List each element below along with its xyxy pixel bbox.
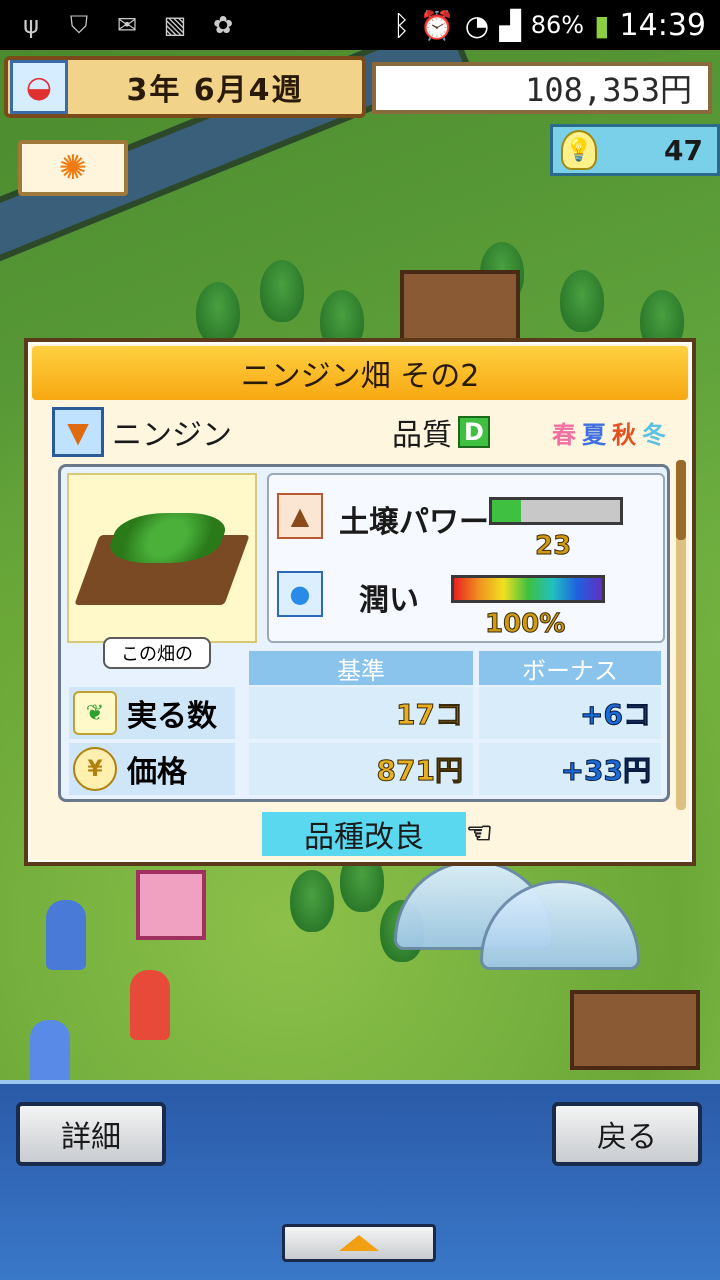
idea-counter: 💡 47: [550, 124, 720, 176]
details-button[interactable]: 詳細: [16, 1102, 166, 1166]
yield-label: 実る数: [127, 699, 217, 734]
image-icon: ▧: [163, 11, 187, 39]
wifi-icon: ◔: [464, 8, 490, 42]
water-drop-icon: ●: [277, 571, 323, 617]
moisture-label: 潤い: [359, 583, 419, 618]
soil-box: ▲ 土壌パワー 23 ● 潤い 100%: [267, 473, 665, 643]
villager[interactable]: [46, 900, 86, 970]
header-bonus: ボーナス: [479, 651, 661, 685]
crop-row: ▼ ニンジン 品質 D 春夏秋冬: [28, 404, 692, 460]
season-badge: 秋: [612, 420, 636, 449]
field-stats-panel: この畑の ▲ 土壌パワー 23 ● 潤い 100% 基準 ボーナス ❦ 実る数 …: [58, 464, 670, 802]
field-tag: この畑の: [103, 637, 211, 669]
tree: [196, 282, 240, 344]
villager[interactable]: [130, 970, 170, 1040]
coin-icon: ¥: [73, 747, 117, 791]
yield-base: 17コ: [249, 687, 473, 739]
villager[interactable]: [30, 1020, 70, 1080]
row-price-label: ¥ 価格: [69, 743, 235, 795]
season-badge: 春: [552, 420, 576, 449]
usb-icon: ψ: [23, 11, 39, 39]
expand-menu-button[interactable]: [282, 1224, 436, 1262]
soil-power-fill: [492, 500, 522, 522]
crop-name: ニンジン: [112, 418, 232, 453]
idea-count: 47: [664, 133, 703, 167]
money-display: 108,353円: [372, 62, 712, 114]
scrollbar-thumb[interactable]: [676, 460, 686, 540]
billboard[interactable]: [136, 870, 206, 940]
soil-icon: ▲: [277, 493, 323, 539]
up-arrow-icon: [339, 1235, 379, 1251]
status-bar: ψ ⛉ ✉ ▧ ✿ ᛒ ⏰ ◔ ▟ 86% ▮ 14:39: [0, 0, 720, 50]
barn[interactable]: [570, 990, 700, 1070]
moisture-value: 100%: [484, 609, 566, 640]
field-info-dialog: ニンジン畑 その2 ▼ ニンジン 品質 D 春夏秋冬 この畑の ▲ 土壌パワー …: [24, 338, 696, 866]
lightbulb-icon: 💡: [561, 130, 597, 170]
app-thumbnail-icon: ✿: [212, 11, 234, 39]
battery-percent: 86%: [530, 11, 585, 39]
season-badge: 夏: [582, 420, 606, 449]
quality-label: 品質: [392, 418, 452, 453]
row-yield-label: ❦ 実る数: [69, 687, 235, 739]
scrollbar[interactable]: [676, 460, 686, 810]
moisture-bar: [451, 575, 605, 603]
mail-icon: ✉: [116, 11, 138, 39]
soil-label: 土壌パワー: [339, 505, 489, 540]
watermelon-icon[interactable]: ◒: [10, 60, 68, 114]
carrot-field-icon: [74, 535, 250, 605]
tree: [560, 270, 604, 332]
field-image: [67, 473, 257, 643]
date-panel: ◒ 3年 6月4週: [4, 56, 366, 118]
soil-value: 23: [534, 531, 572, 562]
season-badge: 冬: [642, 420, 666, 449]
back-button[interactable]: 戻る: [552, 1102, 702, 1166]
price-label: 価格: [127, 755, 187, 790]
quality-grade: D: [458, 416, 490, 448]
tree: [290, 870, 334, 932]
season-badges: 春夏秋冬: [550, 415, 668, 450]
bluetooth-icon: ᛒ: [393, 8, 410, 42]
yield-bonus: +6コ: [479, 687, 661, 739]
alarm-icon: ⏰: [419, 8, 455, 42]
header-base: 基準: [249, 651, 473, 685]
tree: [260, 260, 304, 322]
soil-power-bar: [489, 497, 623, 525]
price-bonus: +33円: [479, 743, 661, 795]
date-text: 3年 6月4週: [126, 73, 304, 108]
improve-variety-button[interactable]: 品種改良: [262, 812, 466, 856]
price-base: 871円: [249, 743, 473, 795]
clock: 14:39: [619, 7, 706, 43]
pointing-hand-icon: ☜: [466, 816, 494, 852]
battery-icon: ▮: [594, 8, 610, 42]
shield-icon: ⛉: [70, 11, 88, 39]
sprout-icon: ❦: [73, 691, 117, 735]
signal-icon: ▟: [499, 8, 521, 42]
dialog-title: ニンジン畑 その2: [32, 346, 688, 400]
sun-weather-icon: ✺: [18, 140, 128, 196]
quality: 品質 D: [392, 410, 490, 454]
bottom-bar: 詳細 戻る: [0, 1080, 720, 1280]
carrot-icon: ▼: [52, 407, 104, 457]
